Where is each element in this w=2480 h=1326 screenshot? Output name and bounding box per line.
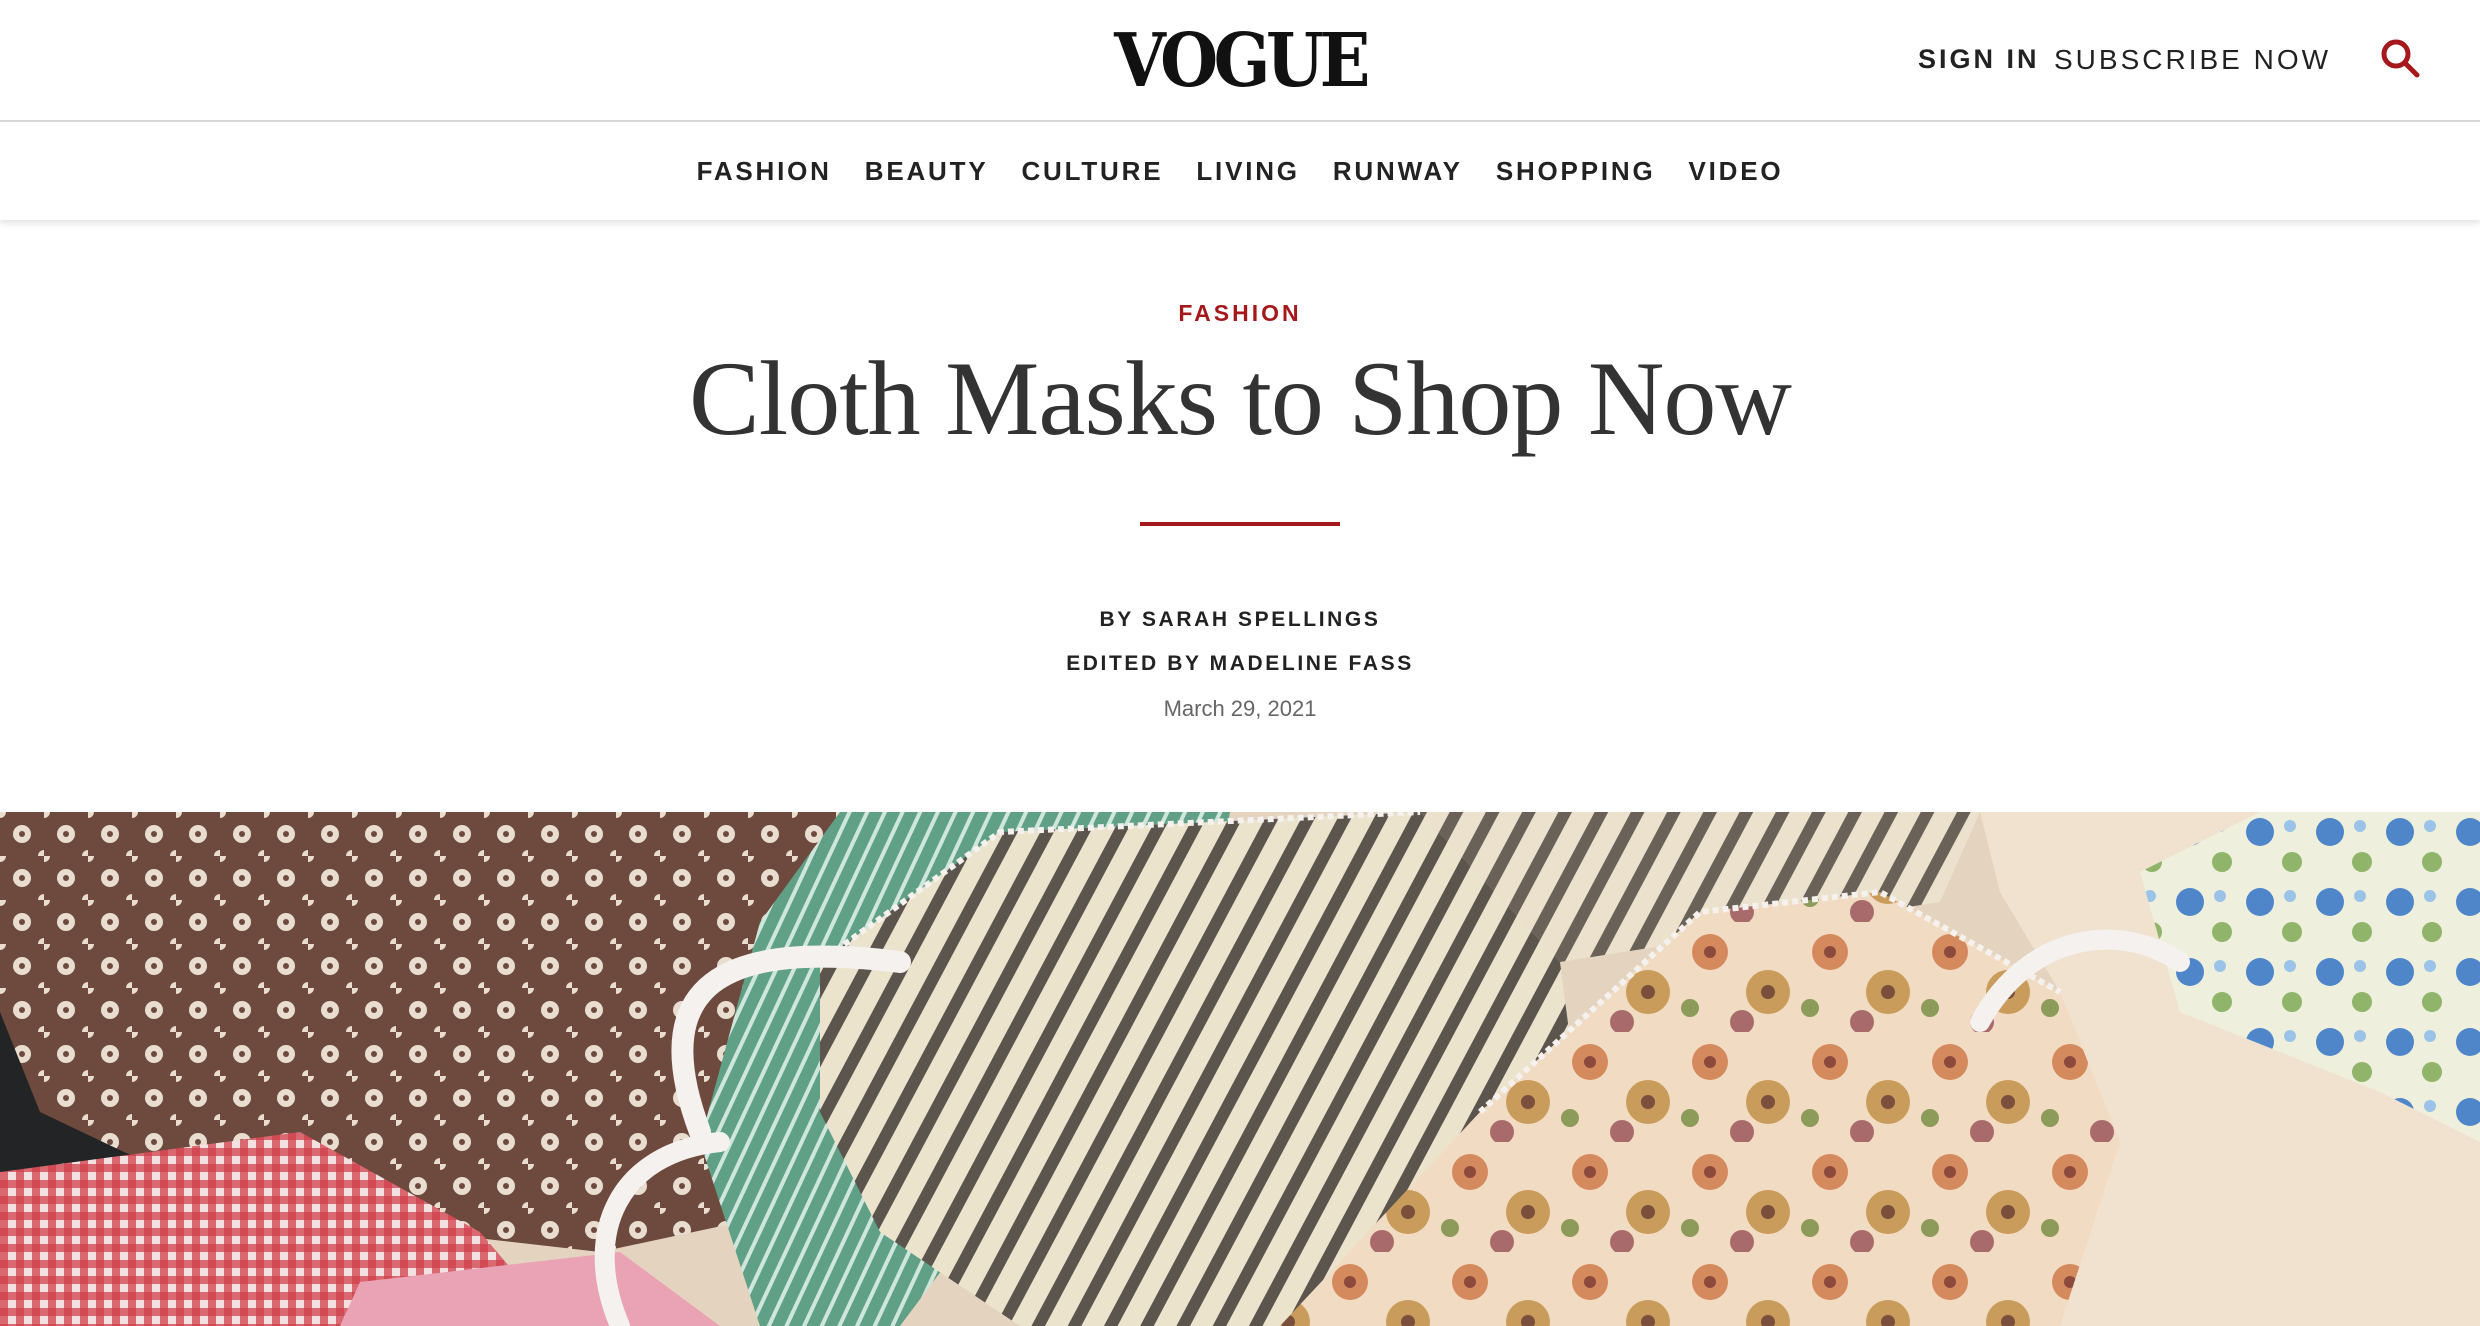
nav-item-culture[interactable]: CULTURE <box>1021 156 1163 187</box>
nav-item-living[interactable]: LIVING <box>1196 156 1299 187</box>
nav-item-video[interactable]: VIDEO <box>1688 156 1783 187</box>
hero-image <box>0 812 2480 1326</box>
sign-in-link[interactable]: SIGN IN <box>1918 44 2040 75</box>
site-header: VOGUE SIGN IN SUBSCRIBE NOW <box>0 0 2480 122</box>
article-editor: EDITED BY MADELINE FASS <box>1066 652 1414 675</box>
nav-item-shopping[interactable]: SHOPPING <box>1496 156 1656 187</box>
nav-item-runway[interactable]: RUNWAY <box>1333 156 1463 187</box>
subscribe-link[interactable]: SUBSCRIBE NOW <box>2054 44 2331 76</box>
article-title: Cloth Masks to Shop Now <box>689 340 1792 457</box>
nav-item-fashion[interactable]: FASHION <box>697 156 832 187</box>
article-rubric[interactable]: FASHION <box>0 300 2480 327</box>
cloth-masks-photo <box>0 812 2480 1326</box>
nav-item-beauty[interactable]: BEAUTY <box>865 156 989 187</box>
article-byline[interactable]: BY SARAH SPELLINGS <box>0 608 2480 632</box>
title-divider <box>1140 522 1340 526</box>
article-date: March 29, 2021 <box>1163 696 1317 721</box>
search-icon[interactable] <box>2380 38 2420 78</box>
main-nav: FASHION BEAUTY CULTURE LIVING RUNWAY SHO… <box>0 122 2480 220</box>
